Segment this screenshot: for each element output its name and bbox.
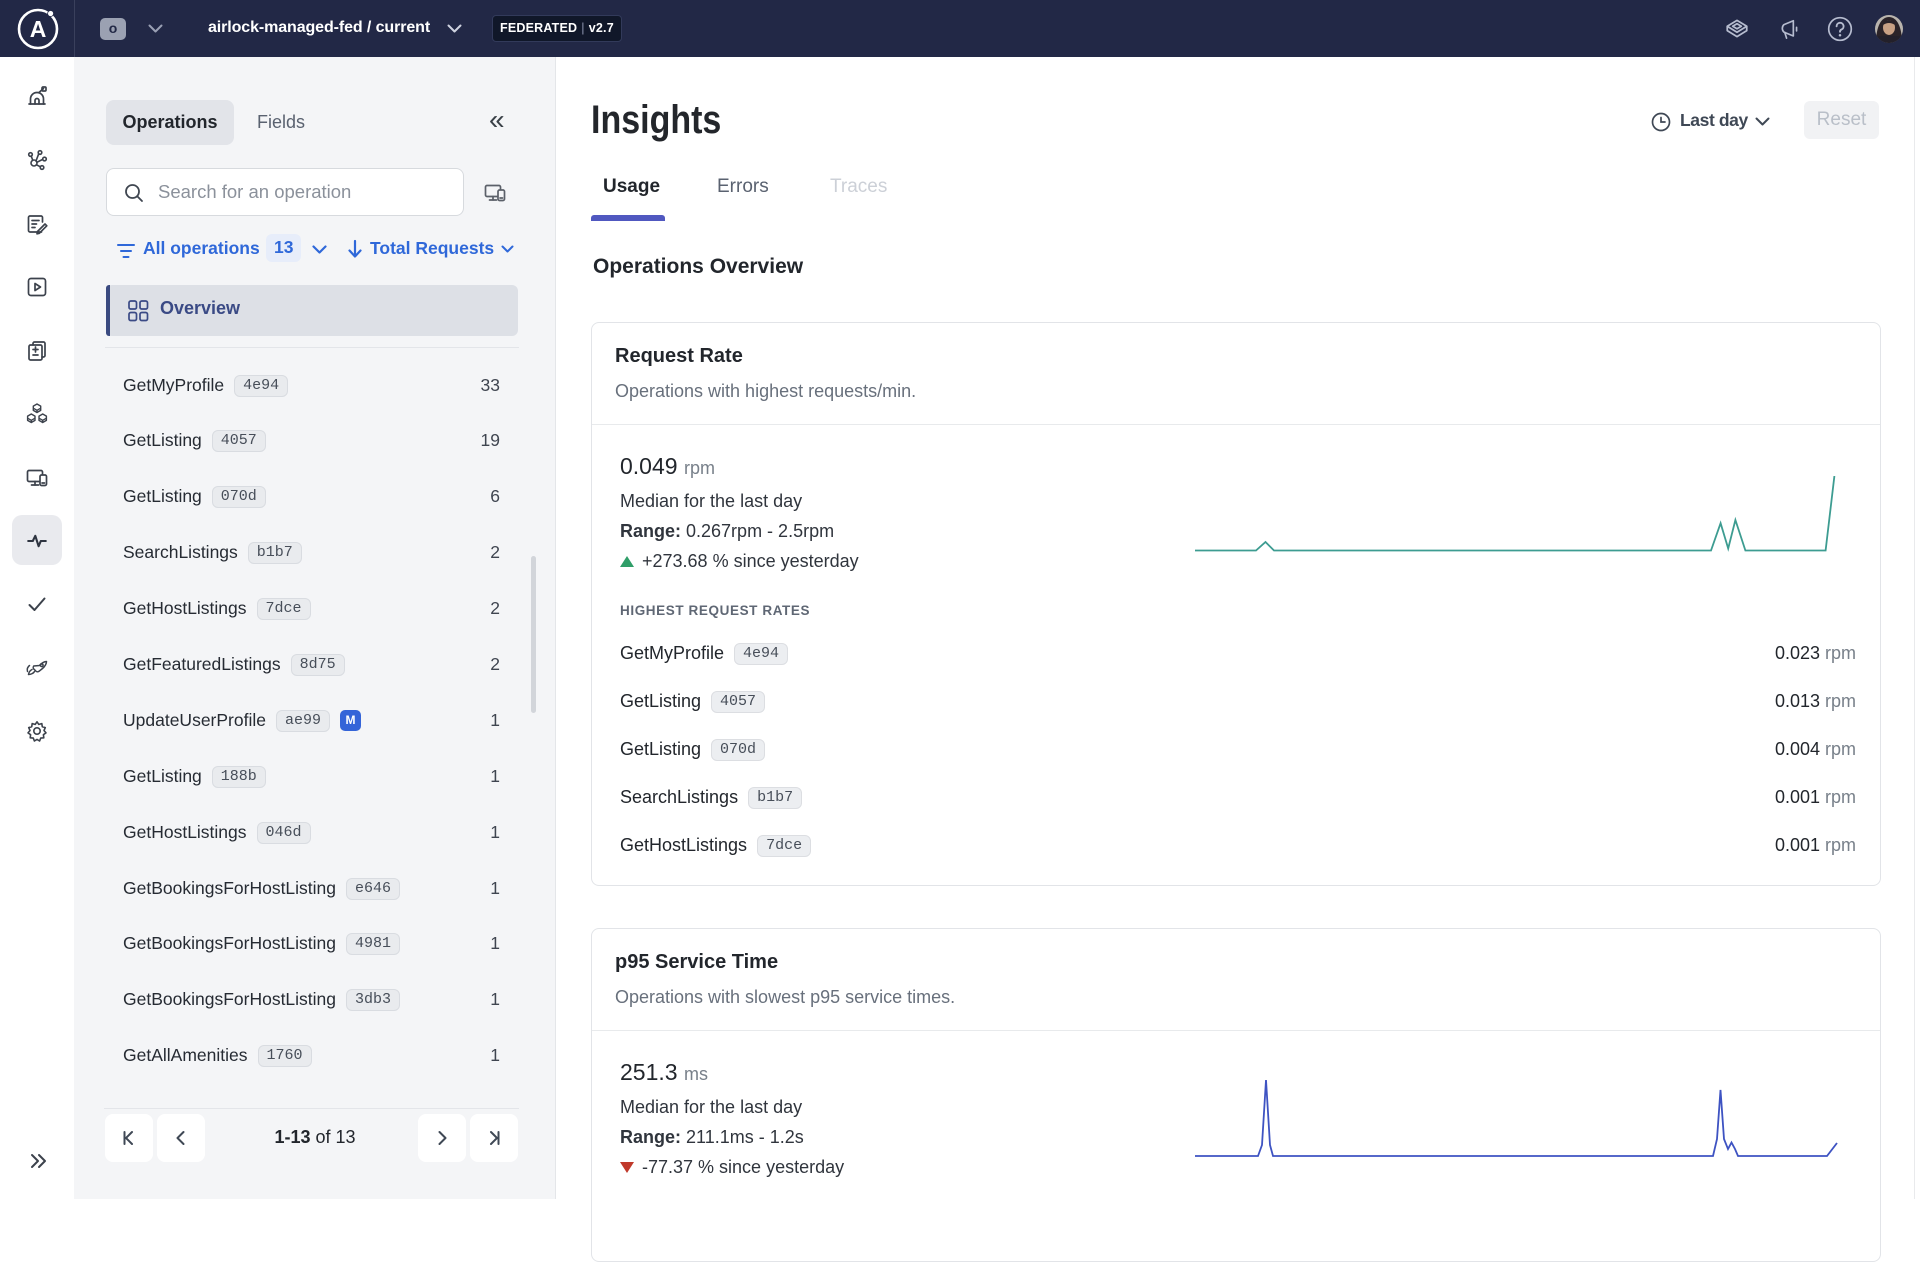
svg-text:A: A bbox=[30, 16, 47, 42]
